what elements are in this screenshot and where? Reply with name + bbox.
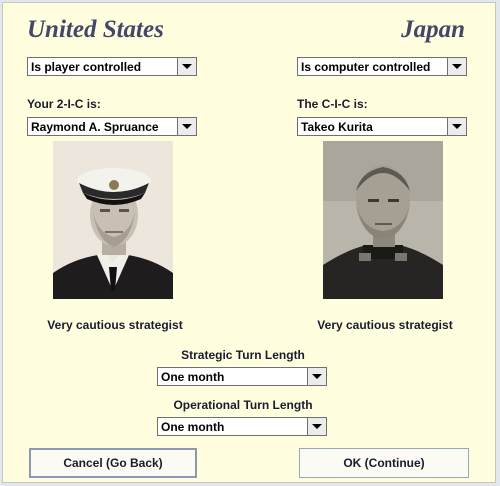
cancel-button[interactable]: Cancel (Go Back)	[29, 448, 197, 478]
japan-commander-portrait	[323, 141, 443, 299]
ok-button[interactable]: OK (Continue)	[299, 448, 469, 478]
chevron-down-icon[interactable]	[447, 118, 466, 135]
us-control-value: Is player controlled	[31, 60, 142, 74]
us-commander-select[interactable]: Raymond A. Spruance	[27, 117, 197, 136]
japan-commander-select[interactable]: Takeo Kurita	[297, 117, 467, 136]
japan-strategy-text: Very cautious strategist	[317, 318, 453, 332]
chevron-down-icon[interactable]	[177, 118, 196, 135]
us-side-title: United States	[27, 16, 164, 43]
strategic-turn-select[interactable]: One month	[157, 367, 327, 386]
us-commander-label: Your 2-I-C is:	[27, 97, 101, 111]
strategic-turn-label: Strategic Turn Length	[181, 348, 305, 362]
setup-panel: United States Japan Is player controlled…	[2, 2, 496, 483]
chevron-down-icon[interactable]	[447, 58, 466, 75]
us-commander-portrait	[53, 141, 173, 299]
japan-control-select[interactable]: Is computer controlled	[297, 57, 467, 76]
japan-commander-label: The C-I-C is:	[297, 97, 368, 111]
operational-turn-select[interactable]: One month	[157, 417, 327, 436]
operational-turn-label: Operational Turn Length	[173, 398, 313, 412]
chevron-down-icon[interactable]	[307, 368, 326, 385]
chevron-down-icon[interactable]	[177, 58, 196, 75]
us-strategy-text: Very cautious strategist	[47, 318, 183, 332]
chevron-down-icon[interactable]	[307, 418, 326, 435]
us-commander-value: Raymond A. Spruance	[31, 120, 159, 134]
us-control-select[interactable]: Is player controlled	[27, 57, 197, 76]
strategic-turn-value: One month	[161, 370, 225, 384]
japan-control-value: Is computer controlled	[301, 60, 431, 74]
japan-commander-value: Takeo Kurita	[301, 120, 373, 134]
japan-side-title: Japan	[401, 16, 465, 43]
operational-turn-value: One month	[161, 420, 225, 434]
